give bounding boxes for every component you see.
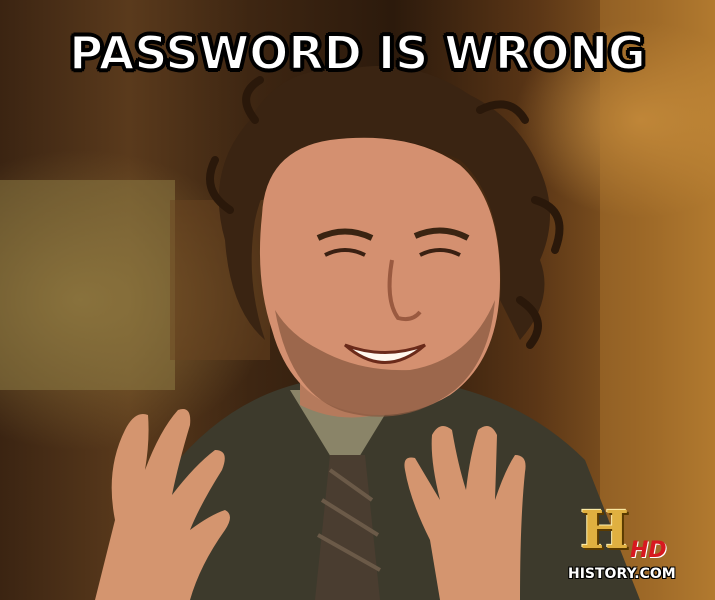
background-door [170,200,270,360]
meme-image: PASSWORD IS WRONG H HD HISTORY.COM [0,0,715,600]
meme-caption: PASSWORD IS WRONG [68,26,647,80]
background-panel-left [0,180,175,390]
watermark-site: HISTORY.COM [568,566,676,582]
history-hd-logo: H HD HISTORY.COM [568,505,688,590]
history-h-icon: H [580,500,630,561]
hd-badge: HD [630,538,667,563]
